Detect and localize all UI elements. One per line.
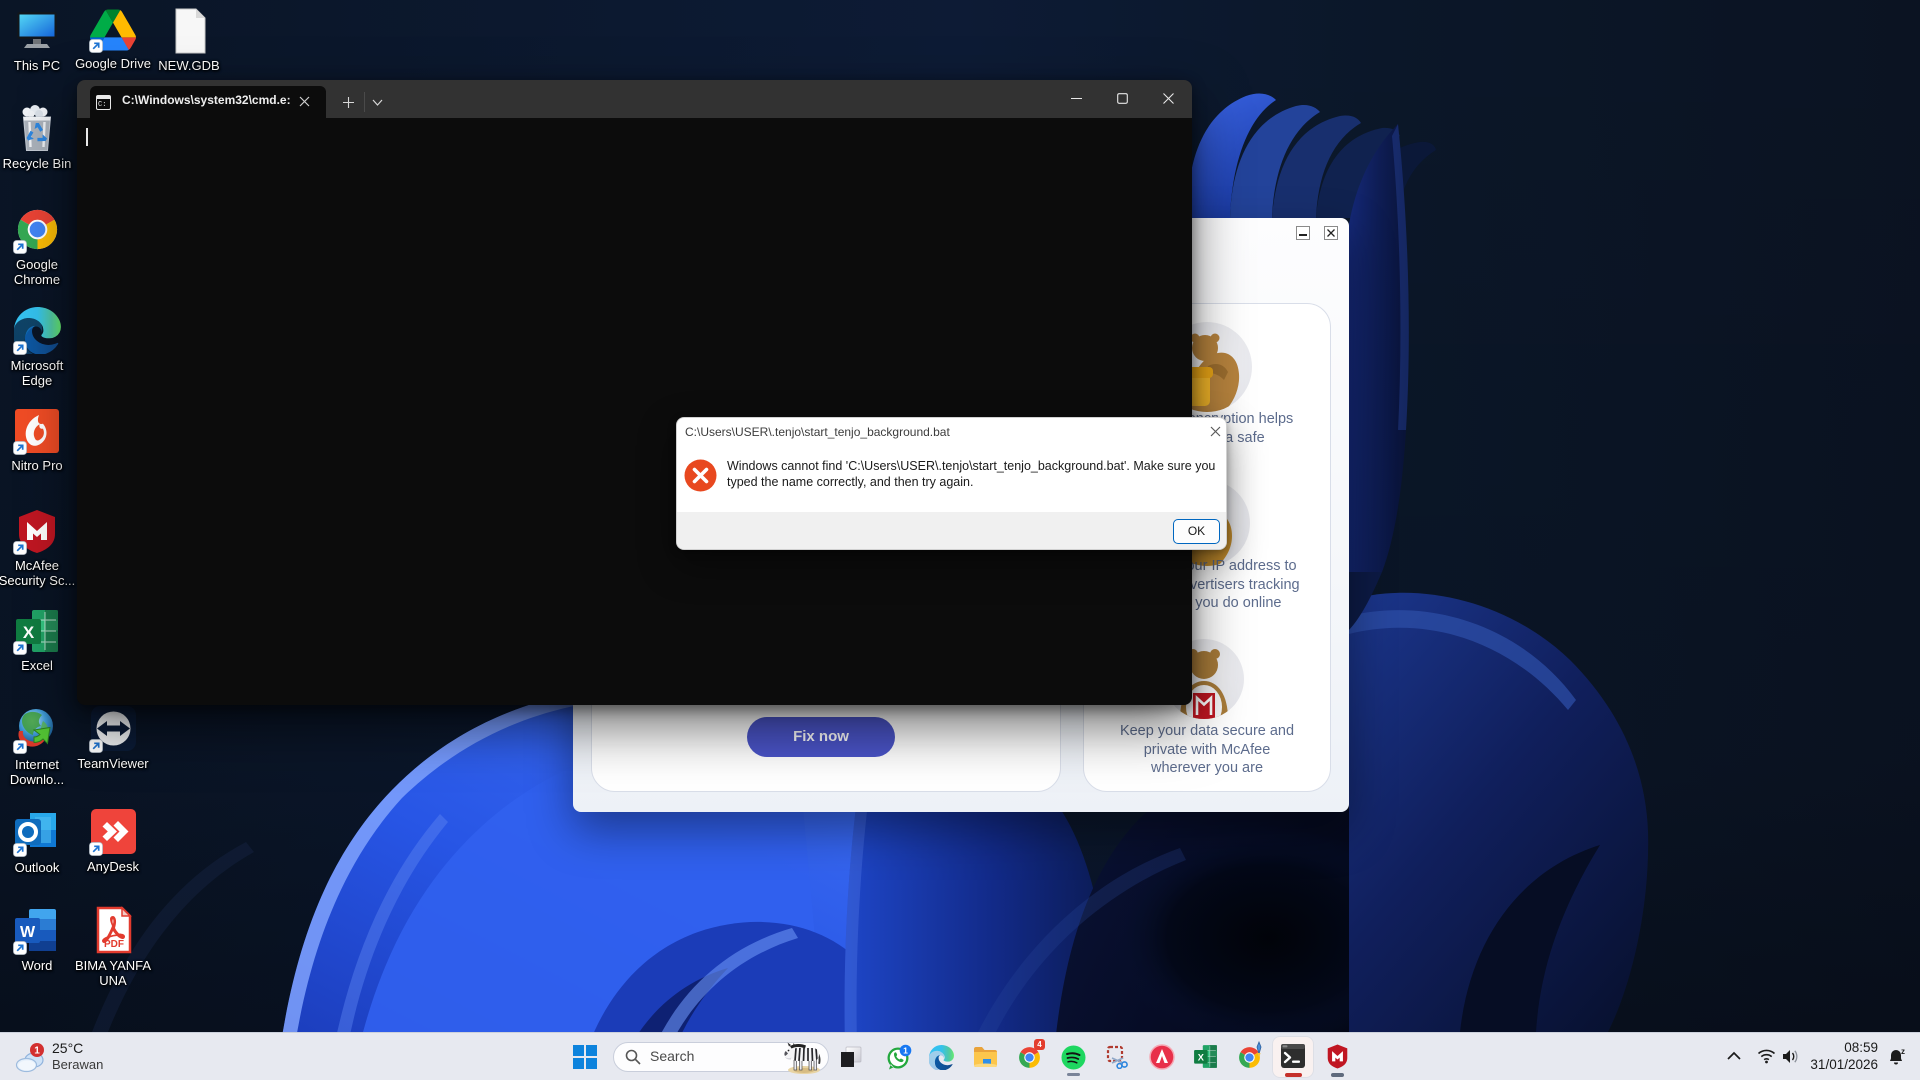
svg-text:C:: C:: [98, 101, 106, 109]
svg-text:PDF: PDF: [104, 939, 124, 950]
svg-text:1: 1: [34, 1046, 40, 1057]
svg-text:X: X: [1198, 1052, 1205, 1062]
svg-text:z: z: [1901, 1047, 1905, 1056]
svg-text:X: X: [23, 623, 35, 642]
svg-text:1: 1: [903, 1046, 908, 1056]
svg-text:W: W: [20, 924, 36, 941]
